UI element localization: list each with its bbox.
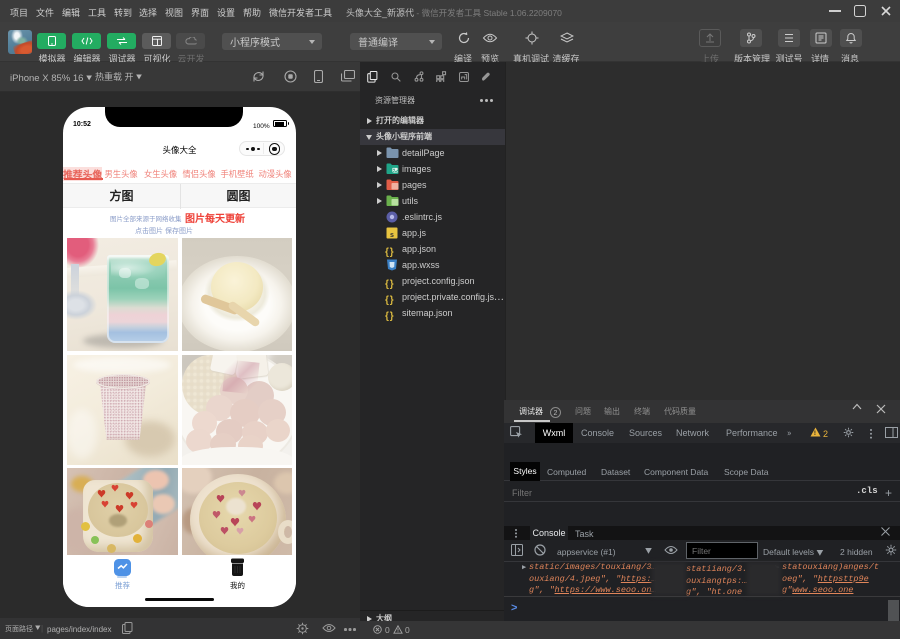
svg-text:!: ! bbox=[814, 430, 816, 437]
svg-text:s: s bbox=[390, 232, 394, 239]
